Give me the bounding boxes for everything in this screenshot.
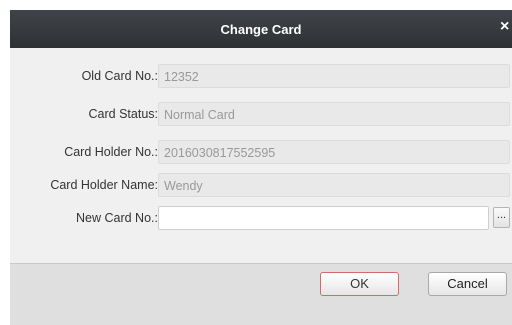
dialog-titlebar: Change Card × — [10, 10, 512, 48]
card-holder-no-label: Card Holder No.: — [64, 145, 158, 159]
card-status-field: Normal Card — [158, 102, 510, 126]
cancel-button[interactable]: Cancel — [428, 272, 507, 296]
close-icon[interactable]: × — [500, 18, 512, 36]
card-status-row: Card Status: Normal Card — [10, 102, 512, 126]
card-holder-name-label: Card Holder Name: — [50, 178, 158, 192]
new-card-no-input[interactable] — [158, 206, 489, 230]
card-holder-name-row: Card Holder Name: Wendy — [10, 173, 512, 197]
old-card-no-row: Old Card No.: 12352 — [10, 64, 512, 88]
old-card-no-field: 12352 — [158, 64, 510, 88]
card-holder-no-row: Card Holder No.: 2016030817552595 — [10, 140, 512, 164]
card-holder-no-field: 2016030817552595 — [158, 140, 510, 164]
change-card-dialog: Change Card × Old Card No.: 12352 Card S… — [10, 10, 512, 325]
ok-button[interactable]: OK — [320, 272, 399, 296]
ellipsis-icon[interactable]: ... — [493, 207, 510, 228]
dialog-title: Change Card — [220, 22, 302, 37]
new-card-no-row: New Card No.: ... — [10, 206, 512, 230]
old-card-no-label: Old Card No.: — [81, 69, 158, 83]
card-holder-name-field: Wendy — [158, 173, 510, 197]
card-status-label: Card Status: — [88, 107, 158, 121]
new-card-no-label: New Card No.: — [76, 211, 158, 225]
